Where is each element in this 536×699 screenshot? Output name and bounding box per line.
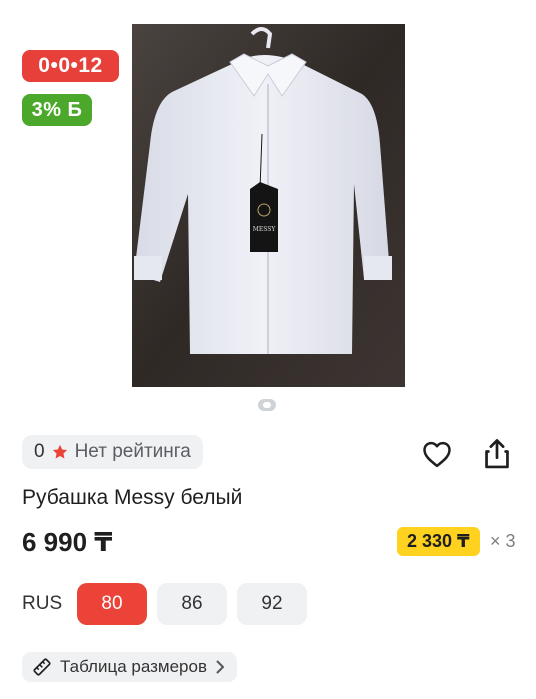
share-icon [485, 439, 509, 469]
ruler-icon [33, 658, 51, 676]
star-icon [52, 444, 67, 459]
rating-chip[interactable]: 0 Нет рейтинга [22, 435, 203, 469]
size-system-label: RUS [22, 593, 63, 614]
product-title: Рубашка Messy белый [22, 486, 243, 509]
size-option-80[interactable]: 80 [77, 583, 147, 625]
size-option-92[interactable]: 92 [237, 583, 307, 625]
size-option-86[interactable]: 86 [157, 583, 227, 625]
size-chart-label: Таблица размеров [60, 657, 207, 676]
bonus-badge: 3% Б [22, 94, 92, 126]
heart-icon [423, 441, 451, 468]
product-photo[interactable]: MESSY [132, 24, 405, 387]
product-image [132, 24, 405, 387]
installment-price-badge[interactable]: 2 330 ₸ [397, 527, 480, 556]
product-price: 6 990 ₸ [22, 527, 113, 557]
share-button[interactable] [480, 437, 514, 471]
tag-brand-text: MESSY [252, 226, 276, 233]
favorite-button[interactable] [420, 437, 454, 471]
image-pager-indicator [258, 399, 276, 411]
size-chart-link[interactable]: Таблица размеров [22, 652, 237, 682]
rating-value: 0 [34, 441, 45, 462]
installment-multiplier: × 3 [490, 531, 516, 551]
rating-text: Нет рейтинга [74, 441, 191, 462]
discount-timer-badge: 0•0•12 [22, 50, 119, 82]
chevron-right-icon [216, 660, 224, 674]
